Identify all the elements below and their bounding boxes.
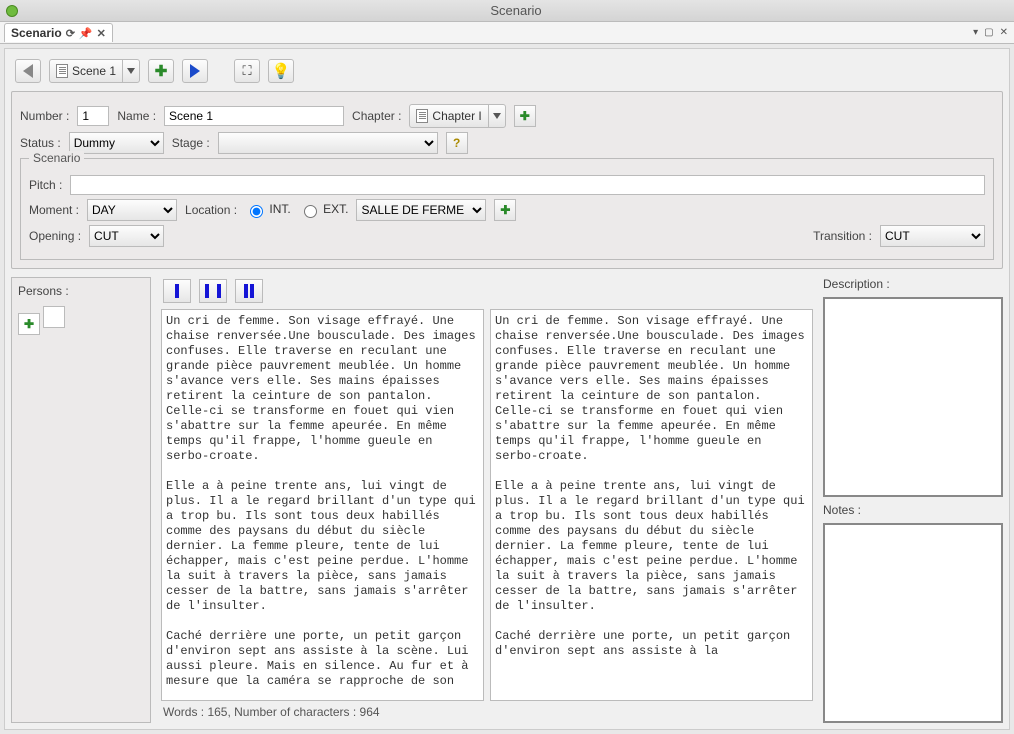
column-icon (205, 284, 209, 298)
add-person-button[interactable]: ✚ (18, 313, 40, 335)
chapter-select[interactable]: Chapter I (409, 104, 505, 128)
fullscreen-icon: ⛶ (242, 63, 251, 79)
ext-radio[interactable] (304, 205, 317, 218)
number-input[interactable] (77, 106, 109, 126)
maximize-icon[interactable]: ▢ (984, 27, 993, 38)
close-pane-icon[interactable]: ✕ (1000, 27, 1008, 38)
tab-dock-controls: ▾ ▢ ✕ (973, 27, 1014, 38)
three-column-button[interactable] (235, 279, 263, 303)
editor-left[interactable]: Un cri de femme. Son visage effrayé. Une… (161, 309, 484, 701)
location-select[interactable]: SALLE DE FERME (356, 199, 486, 221)
notes-label: Notes : (823, 503, 1003, 517)
column-icon (217, 284, 221, 298)
int-radio-label[interactable]: INT. (245, 202, 291, 218)
window-close-icon[interactable] (6, 5, 18, 17)
tab-scenario[interactable]: Scenario ⟳ 📌 ✕ (4, 23, 113, 42)
minimize-icon[interactable]: ▾ (973, 27, 978, 38)
bulb-icon: 💡 (272, 62, 291, 80)
status-label: Status : (20, 136, 61, 150)
pitch-input[interactable] (70, 175, 985, 195)
moment-label: Moment : (29, 203, 79, 217)
opening-label: Opening : (29, 229, 81, 243)
stage-label: Stage : (172, 136, 210, 150)
ext-radio-label[interactable]: EXT. (299, 202, 349, 218)
page-icon (56, 64, 68, 78)
editor-right[interactable]: Un cri de femme. Son visage effrayé. Une… (490, 309, 813, 701)
column-icon (175, 284, 179, 298)
persons-label: Persons : (18, 284, 144, 298)
tab-label: Scenario (11, 26, 62, 40)
editor-area: Un cri de femme. Son visage effrayé. Une… (161, 277, 813, 723)
moment-select[interactable]: DAY (87, 199, 177, 221)
refresh-icon[interactable]: ⟳ (66, 27, 75, 40)
pin-icon[interactable]: 📌 (79, 27, 93, 40)
help-button[interactable]: ? (446, 132, 468, 154)
location-label: Location : (185, 203, 237, 217)
scene-selector[interactable]: Scene 1 (49, 59, 140, 83)
transition-select[interactable]: CUT (880, 225, 985, 247)
plus-icon: ✚ (155, 62, 168, 80)
person-button[interactable] (43, 306, 65, 328)
scene-selector-value: Scene 1 (72, 64, 116, 78)
opening-select[interactable]: CUT (89, 225, 164, 247)
play-icon (190, 64, 200, 78)
chapter-value: Chapter I (432, 109, 481, 123)
window-title: Scenario (24, 3, 1008, 18)
name-label: Name : (117, 109, 156, 123)
close-tab-icon[interactable]: ✕ (97, 27, 106, 40)
tab-bar: Scenario ⟳ 📌 ✕ ▾ ▢ ✕ (0, 22, 1014, 44)
pitch-label: Pitch : (29, 178, 62, 192)
description-box[interactable] (823, 297, 1003, 497)
chevron-down-icon (493, 113, 501, 119)
column-icon (244, 284, 248, 298)
scene-selector-caret[interactable] (122, 60, 139, 82)
idea-button[interactable]: 💡 (268, 59, 294, 83)
column-toolbar (161, 277, 813, 305)
number-label: Number : (20, 109, 69, 123)
right-panel: Description : Notes : (823, 277, 1003, 723)
single-column-button[interactable] (163, 279, 191, 303)
stage-select[interactable] (218, 132, 438, 154)
properties-panel: Number : Name : Chapter : Chapter I ✚ St… (11, 91, 1003, 269)
play-button[interactable] (182, 59, 208, 83)
add-location-button[interactable]: ✚ (494, 199, 516, 221)
titlebar: Scenario (0, 0, 1014, 22)
scenario-fieldset: Scenario Pitch : Moment : DAY Location :… (20, 158, 994, 260)
status-bar: Words : 165, Number of characters : 964 (161, 701, 813, 723)
description-label: Description : (823, 277, 1003, 291)
back-button[interactable] (15, 59, 41, 83)
persons-panel: Persons : ✚ (11, 277, 151, 723)
add-scene-button[interactable]: ✚ (148, 59, 174, 83)
fullscreen-button[interactable]: ⛶ (234, 59, 260, 83)
int-radio[interactable] (250, 205, 263, 218)
add-chapter-button[interactable]: ✚ (514, 105, 536, 127)
column-icon (250, 284, 254, 298)
main-toolbar: Scene 1 ✚ ⛶ 💡 (11, 55, 1003, 87)
scenario-legend: Scenario (29, 151, 84, 165)
two-column-button[interactable] (199, 279, 227, 303)
transition-label: Transition : (813, 229, 872, 243)
notes-box[interactable] (823, 523, 1003, 723)
name-input[interactable] (164, 106, 344, 126)
page-icon (416, 109, 428, 123)
chapter-label: Chapter : (352, 109, 401, 123)
arrow-left-icon (23, 64, 33, 78)
